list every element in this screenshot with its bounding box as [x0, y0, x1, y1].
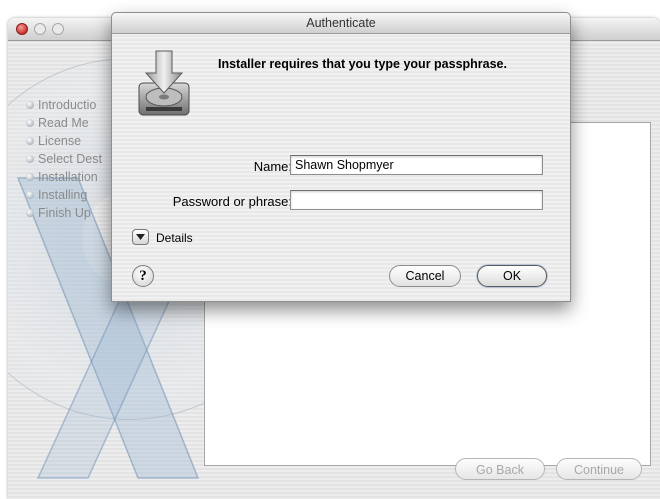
- password-field[interactable]: [290, 190, 543, 210]
- step-introduction: Introductio: [26, 96, 102, 114]
- dialog-message: Installer requires that you type your pa…: [218, 57, 507, 71]
- step-installation-type: Installation: [26, 168, 102, 186]
- help-icon[interactable]: ?: [132, 265, 154, 287]
- name-label: Name:: [253, 159, 292, 174]
- close-icon[interactable]: [16, 23, 28, 35]
- authenticate-dialog: Authenticate Installer requires that you…: [111, 12, 571, 302]
- step-select-destination: Select Dest: [26, 150, 102, 168]
- go-back-button[interactable]: Go Back: [455, 458, 545, 480]
- name-field[interactable]: [290, 155, 543, 175]
- step-finish-up: Finish Up: [26, 204, 102, 222]
- disclosure-triangle-icon[interactable]: [132, 229, 149, 245]
- step-license: License: [26, 132, 102, 150]
- installer-disk-icon: [138, 50, 190, 116]
- continue-button[interactable]: Continue: [556, 458, 642, 480]
- zoom-icon: [52, 23, 64, 35]
- minimize-icon: [34, 23, 46, 35]
- password-label: Password or phrase:: [172, 194, 292, 209]
- details-label[interactable]: Details: [156, 231, 193, 245]
- ok-button[interactable]: OK: [477, 265, 547, 287]
- step-installing: Installing: [26, 186, 102, 204]
- installer-steps-list: Introductio Read Me License Select Dest …: [26, 96, 102, 222]
- dialog-title: Authenticate: [112, 13, 570, 34]
- cancel-button[interactable]: Cancel: [389, 265, 461, 287]
- step-read-me: Read Me: [26, 114, 102, 132]
